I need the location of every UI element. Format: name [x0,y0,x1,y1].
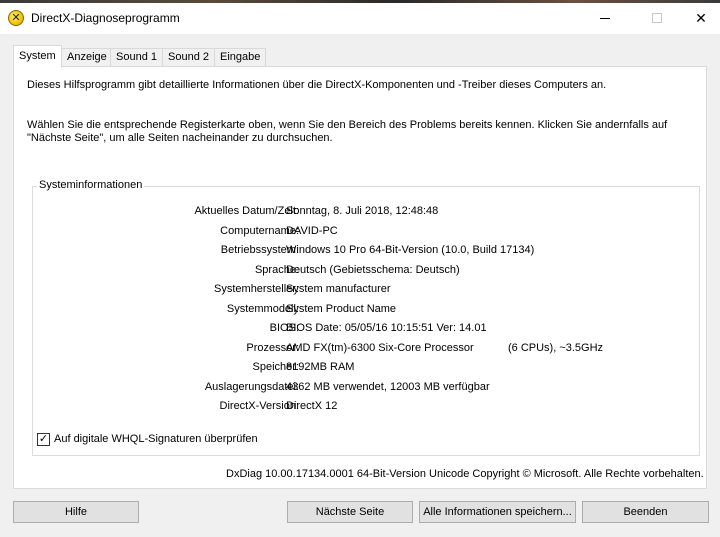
minimize-icon [600,18,610,19]
window-title: DirectX-Diagnoseprogramm [31,11,180,25]
info-value: AMD FX(tm)-6300 Six-Core Processor [286,341,474,354]
info-row-datetime: Aktuelles Datum/Zeit: Sonntag, 8. Juli 2… [33,205,701,221]
info-value: 8192MB RAM [286,361,355,373]
intro-text: Dieses Hilfsprogramm gibt detaillierte I… [27,79,607,91]
system-information-group: Systeminformationen Aktuelles Datum/Zeit… [32,179,701,456]
info-row-memory: Speicher: 8192MB RAM [33,361,701,377]
tab-sound-1[interactable]: Sound 1 [110,48,163,67]
copyright-text: DxDiag 10.00.17134.0001 64-Bit-Version U… [226,468,704,480]
info-row-model: Systemmodell: System Product Name [33,303,701,319]
tab-sound-2[interactable]: Sound 2 [162,48,215,67]
close-icon: ✕ [695,10,707,26]
info-value: 4362 MB verwendet, 12003 MB verfügbar [286,380,490,393]
directx-app-icon [8,10,24,26]
info-value: System manufacturer [286,283,391,295]
info-row-manufacturer: Systemhersteller: System manufacturer [33,283,701,299]
info-value: DAVID-PC [286,224,338,237]
title-bar[interactable]: DirectX-Diagnoseprogramm ✕ [0,3,720,34]
instructions-text: Wählen Sie die entsprechende Registerkar… [27,119,668,144]
info-value: Deutsch (Gebietsschema: Deutsch) [286,263,460,276]
system-tab-panel: Dieses Hilfsprogramm gibt detaillierte I… [13,66,707,489]
info-row-bios: BIOS: BIOS Date: 05/05/16 10:15:51 Ver: … [33,322,701,338]
info-value: System Product Name [286,302,397,315]
help-button[interactable]: Hilfe [13,501,139,523]
info-row-pagefile: Auslagerungsdatei: 4362 MB verwendet, 12… [33,381,701,397]
cpu-count-value: (6 CPUs), ~3.5GHz [508,341,604,354]
info-row-os: Betriebssystem: Windows 10 Pro 64-Bit-Ve… [33,244,701,260]
info-value: Windows 10 Pro 64-Bit-Version (10.0, Bui… [286,244,535,256]
info-value: Sonntag, 8. Juli 2018, 12:48:48 [286,205,439,217]
save-all-information-button[interactable]: Alle Informationen speichern... [419,501,576,523]
whql-checkbox-label[interactable]: Auf digitale WHQL-Signaturen überprüfen [54,433,258,445]
whql-checkbox[interactable]: ✓ [37,433,50,446]
info-row-language: Sprache: Deutsch (Gebietsschema: Deutsch… [33,264,701,280]
exit-button[interactable]: Beenden [582,501,709,523]
close-button[interactable]: ✕ [682,3,720,33]
info-value: BIOS Date: 05/05/16 10:15:51 Ver: 14.01 [286,322,487,334]
info-value: DirectX 12 [286,400,338,412]
info-row-directx: DirectX-Version: DirectX 12 [33,400,701,416]
minimize-button[interactable] [582,3,628,33]
info-label: Aktuelles Datum/Zeit: [194,205,299,217]
info-row-processor: Prozessor: AMD FX(tm)-6300 Six-Core Proc… [33,342,701,358]
next-page-button[interactable]: Nächste Seite [287,501,413,523]
info-row-computername: Computername: DAVID-PC [33,225,701,241]
maximize-icon [652,13,662,23]
maximize-button [634,3,680,33]
tab-anzeige[interactable]: Anzeige [61,48,113,67]
group-legend: Systeminformationen [37,179,145,191]
info-label: Auslagerungsdatei: [204,380,299,393]
tab-eingabe[interactable]: Eingabe [214,48,267,67]
tab-system[interactable]: System [13,45,62,68]
